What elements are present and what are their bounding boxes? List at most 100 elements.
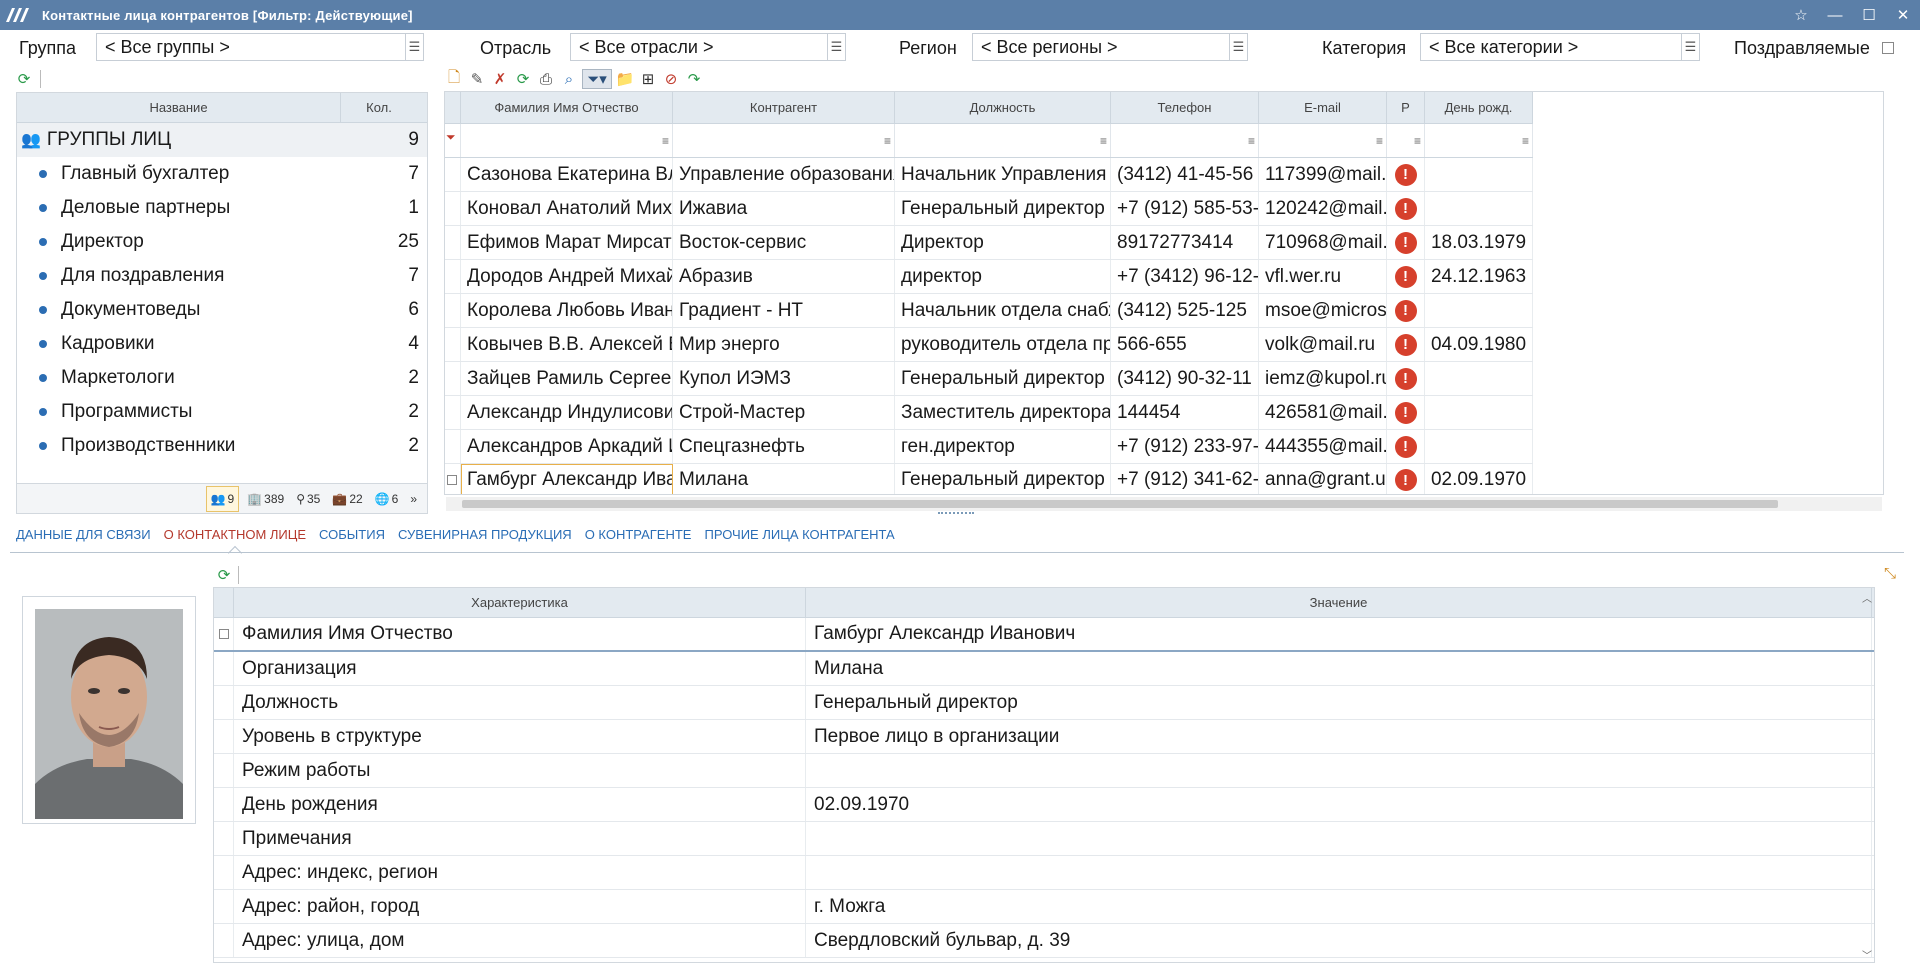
grid-col-header[interactable]: Р [1387,92,1425,123]
tree-root[interactable]: 👥 ГРУППЫ ЛИЦ 9 [17,123,427,157]
row-indicator[interactable] [214,788,234,821]
tab-item[interactable]: О КОНТАКТНОМ ЛИЦЕ [164,527,306,561]
row-indicator[interactable] [214,822,234,855]
grid-col-header[interactable]: Контрагент [673,92,895,123]
row-indicator[interactable] [445,396,461,429]
tree-footer-button[interactable]: ⚲ 35 [292,486,324,512]
row-indicator[interactable] [445,362,461,395]
details-row[interactable]: Уровень в структуре Первое лицо в организ… [214,720,1874,754]
menu-icon[interactable]: ☰ [405,34,423,60]
details-value[interactable]: 02.09.1970 [806,788,1872,821]
select-all-icon[interactable]: ⊞ [638,69,658,89]
details-value[interactable] [806,754,1872,787]
column-filter-cell[interactable]: ≡ [1387,124,1425,157]
details-row[interactable]: Адрес: индекс, регион [214,856,1874,890]
tree-col-count[interactable]: Кол. [341,93,417,122]
table-row[interactable]: Коновал Анатолий Михаил Ижавиа Генеральный… [445,192,1533,226]
tree-col-name[interactable]: Название [17,93,341,122]
tree-item[interactable]: Директор 25 [17,225,427,259]
menu-icon[interactable]: ≡ [1376,134,1383,148]
row-indicator[interactable] [445,158,461,191]
chevron-down-icon[interactable]: ﹀ [1862,947,1872,962]
print-icon[interactable]: ⎙ [536,69,556,89]
menu-icon[interactable]: ≡ [1414,134,1421,148]
tree-item[interactable]: Программисты 2 [17,395,427,429]
row-indicator[interactable] [445,260,461,293]
grid-col-header[interactable]: E-mail [1259,92,1387,123]
details-row[interactable]: Адрес: улица, дом Свердловский бульвар, д… [214,924,1874,958]
row-indicator[interactable] [445,464,461,494]
tab-item[interactable]: ПРОЧИЕ ЛИЦА КОНТРАГЕНТА [704,527,894,552]
table-row[interactable]: Королева Любовь Ивановна Градиент - НТ Нач… [445,294,1533,328]
row-checkbox[interactable] [218,629,229,639]
row-indicator[interactable] [214,924,234,957]
maximize-button[interactable]: ☐ [1852,0,1886,30]
details-row[interactable]: Адрес: район, город г. Можга [214,890,1874,924]
menu-icon[interactable]: ≡ [1248,134,1255,148]
details-row[interactable]: Режим работы [214,754,1874,788]
details-col-value[interactable]: Значение [806,588,1872,617]
column-filter-cell[interactable]: ≡ [895,124,1111,157]
refresh-icon[interactable]: ⟳ [214,565,234,585]
row-indicator[interactable] [214,652,234,685]
menu-icon[interactable]: ≡ [1100,134,1107,148]
tree-item[interactable]: Деловые партнеры 1 [17,191,427,225]
table-row[interactable]: Ефимов Марат Мирсатович Восток-сервис Дире… [445,226,1533,260]
tab-item[interactable]: СОБЫТИЯ [319,527,385,552]
new-document-icon[interactable]: 🗋 [444,69,464,89]
edit-document-icon[interactable]: ✎ [467,69,487,89]
tree-footer-button[interactable]: 🌐 6 [371,486,403,512]
redo-icon[interactable]: ↷ [684,69,704,89]
row-checkbox[interactable] [447,475,457,485]
more-chevron-icon[interactable]: » [406,486,421,512]
tab-item[interactable]: ДАННЫЕ ДЛЯ СВЯЗИ [16,527,151,552]
row-indicator[interactable] [445,192,461,225]
menu-icon[interactable]: ☰ [827,34,845,60]
menu-icon[interactable]: ≡ [662,134,669,148]
row-indicator[interactable] [214,890,234,923]
expand-panel-icon[interactable]: ⤡ [1884,565,1896,582]
close-button[interactable]: ✕ [1886,0,1920,30]
table-row[interactable]: Гамбург Александр Иванович Милана Генераль… [445,464,1533,494]
congrats-checkbox[interactable] [1882,42,1894,54]
grid-col-header[interactable]: День рожд. [1425,92,1533,123]
column-filter-cell[interactable]: ≡ [1425,124,1533,157]
column-filter-cell[interactable]: ≡ [673,124,895,157]
row-indicator[interactable] [214,720,234,753]
details-row[interactable]: Фамилия Имя Отчество Гамбург Александр Ив… [214,618,1874,652]
details-row[interactable]: Должность Генеральный директор [214,686,1874,720]
table-row[interactable]: Зайцев Рамиль Сергеевич Купол ИЭМЗ Генерал… [445,362,1533,396]
clear-filter-icon[interactable]: ⏷ [445,124,461,157]
contact-photo[interactable] [35,609,183,819]
details-value[interactable]: Первое лицо в организации [806,720,1872,753]
row-indicator[interactable] [445,226,461,259]
table-row[interactable]: Ковычев В.В. Алексей Викторович Мир энерг… [445,328,1533,362]
favorite-star-icon[interactable]: ☆ [1784,0,1818,30]
delete-document-icon[interactable]: ✗ [490,69,510,89]
tree-item[interactable]: Документоведы 6 [17,293,427,327]
row-indicator[interactable] [214,754,234,787]
tree-item[interactable]: Главный бухгалтер 7 [17,157,427,191]
details-row[interactable]: Организация Милана [214,652,1874,686]
column-filter-cell[interactable]: ≡ [461,124,673,157]
chevron-up-icon[interactable]: ︿ [1862,590,1872,605]
row-indicator[interactable] [214,856,234,889]
row-indicator[interactable] [214,686,234,719]
table-row[interactable]: Александр Индулисович Строй-Мастер Замести… [445,396,1533,430]
tab-item[interactable]: СУВЕНИРНАЯ ПРОДУКЦИЯ [398,527,572,552]
table-row[interactable]: Александров Аркадий Иванович Спецгазнефть… [445,430,1533,464]
row-indicator[interactable] [445,328,461,361]
details-vertical-scrollbar[interactable]: ︿ ﹀ [1860,588,1874,962]
table-row[interactable]: Сазонова Екатерина Владимировна Управлени… [445,158,1533,192]
tree-item[interactable]: Производственники 2 [17,429,427,463]
grid-horizontal-scrollbar[interactable] [446,497,1882,511]
minimize-button[interactable]: — [1818,0,1852,30]
details-value[interactable] [806,856,1872,889]
tree-footer-button[interactable]: 🏢 389 [243,486,288,512]
tree-item[interactable]: Для поздравления 7 [17,259,427,293]
tree-item[interactable]: Кадровики 4 [17,327,427,361]
menu-icon[interactable]: ☰ [1229,34,1247,60]
group-combo[interactable]: < Все группы > ☰ [96,33,424,61]
details-value[interactable]: Генеральный директор [806,686,1872,719]
tree-item[interactable]: Маркетологи 2 [17,361,427,395]
